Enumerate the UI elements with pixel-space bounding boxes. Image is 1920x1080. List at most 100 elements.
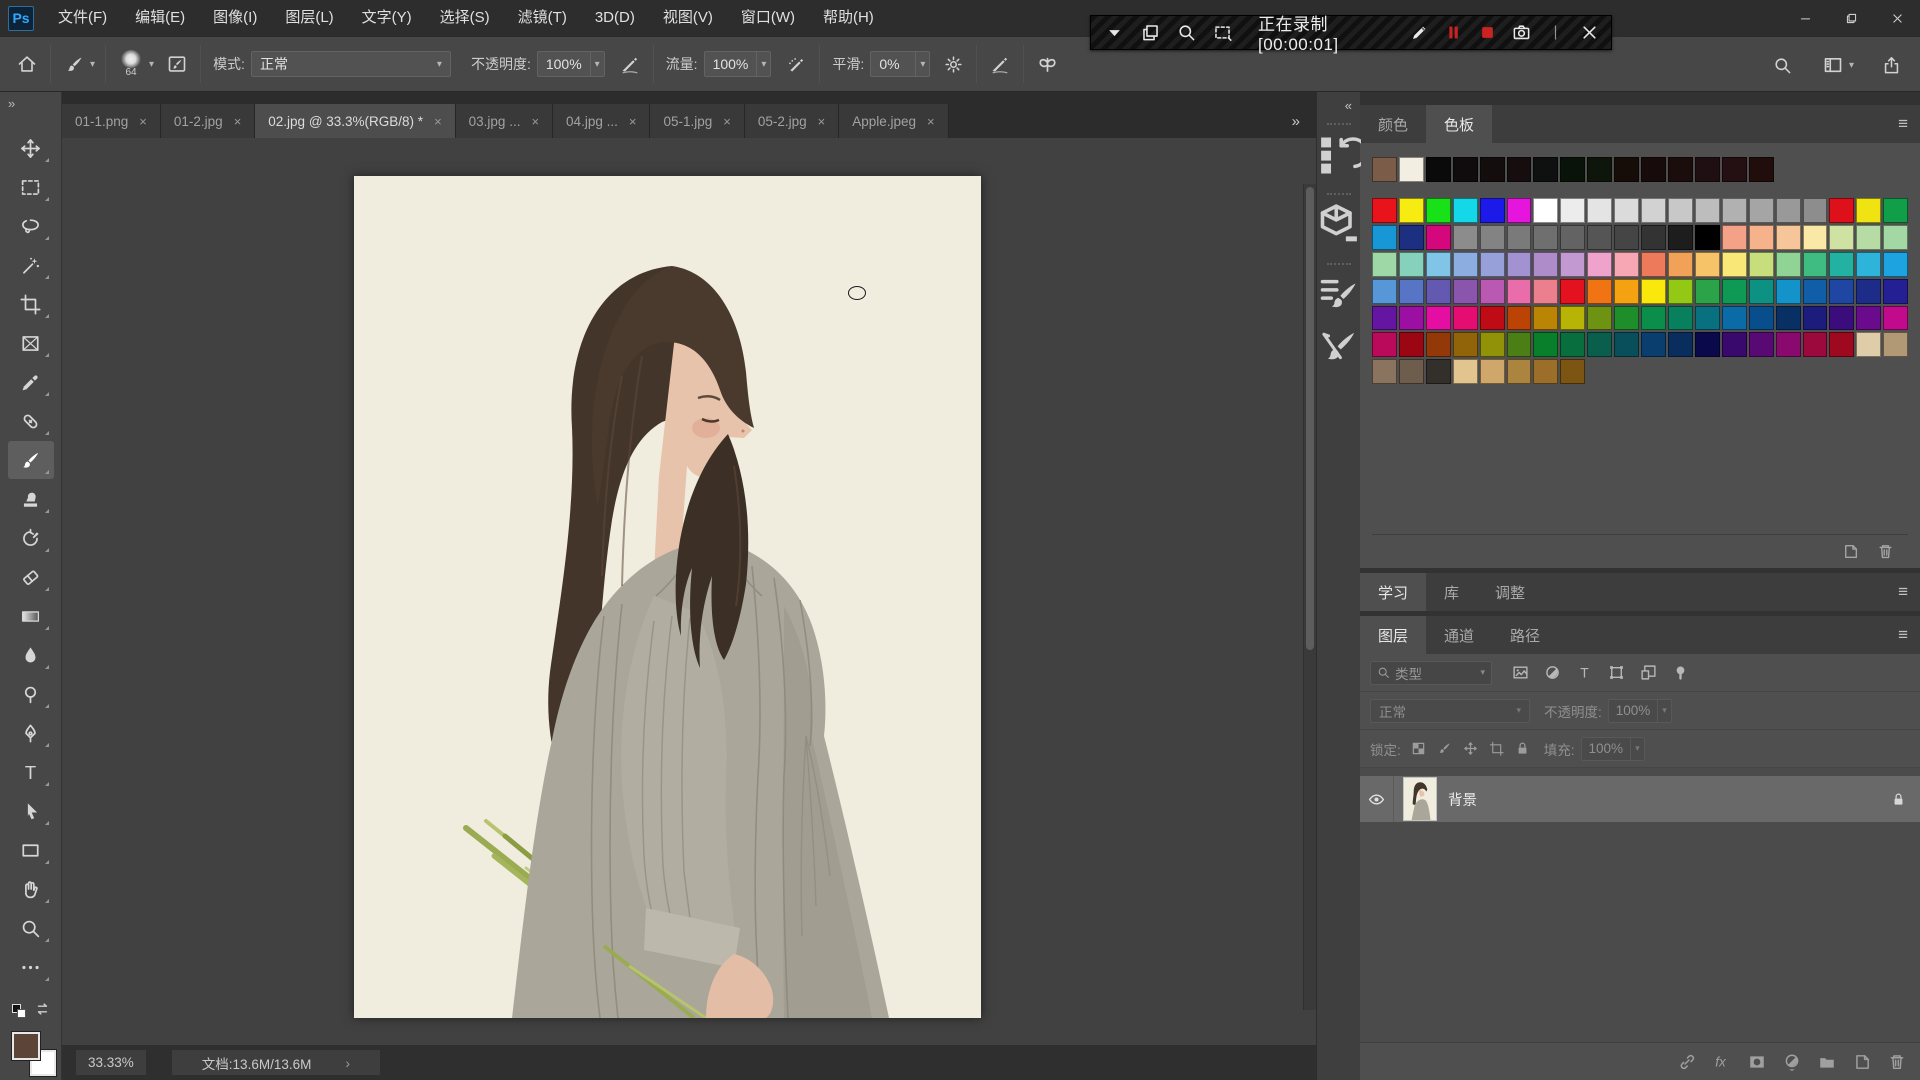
color-swatch[interactable]: [1372, 305, 1397, 331]
color-swatch[interactable]: [1425, 224, 1451, 250]
color-swatch[interactable]: [1694, 305, 1720, 331]
color-swatch[interactable]: [1398, 305, 1424, 331]
filter-toggle-icon[interactable]: [1672, 664, 1689, 681]
color-swatch[interactable]: [1775, 332, 1801, 358]
document-tab-1[interactable]: 01-2.jpg ×: [160, 104, 256, 138]
tab-close-icon[interactable]: ×: [818, 114, 826, 129]
picture-filter-icon[interactable]: [1512, 664, 1529, 681]
color-swatch[interactable]: [1425, 197, 1451, 223]
color-swatch[interactable]: [1883, 305, 1909, 331]
artboard-lock-icon[interactable]: [1489, 741, 1504, 756]
tab-close-icon[interactable]: ×: [629, 114, 637, 129]
color-swatch[interactable]: [1587, 251, 1613, 277]
color-swatch[interactable]: [1829, 332, 1855, 358]
layer-mask-icon[interactable]: [1748, 1053, 1766, 1071]
color-swatch[interactable]: [1452, 305, 1478, 331]
color-swatch[interactable]: [1560, 305, 1586, 331]
color-swatch[interactable]: [1506, 224, 1532, 250]
color-swatch[interactable]: [1721, 197, 1747, 223]
chevron-down-icon[interactable]: ▾: [915, 52, 929, 76]
color-swatch[interactable]: [1425, 278, 1451, 304]
color-swatch[interactable]: [1748, 224, 1774, 250]
color-swatch[interactable]: [1694, 251, 1720, 277]
document-tab-4[interactable]: 04.jpg ... ×: [553, 104, 651, 138]
color-swatch[interactable]: [1533, 332, 1559, 358]
link-icon[interactable]: [1678, 1053, 1696, 1071]
color-swatch[interactable]: [1587, 278, 1613, 304]
color-swatch[interactable]: [1372, 278, 1397, 304]
color-swatch[interactable]: [1829, 197, 1855, 223]
color-swatch[interactable]: [1667, 278, 1693, 304]
search-icon[interactable]: [1770, 52, 1796, 78]
adjustment-layer-icon[interactable]: [1783, 1053, 1801, 1071]
menu-item-8[interactable]: 视图(V): [649, 0, 727, 36]
layer-locked-icon[interactable]: [1891, 792, 1906, 807]
pressure-size-icon[interactable]: [987, 51, 1013, 77]
menu-item-7[interactable]: 3D(D): [581, 0, 649, 36]
home-icon[interactable]: [14, 51, 40, 77]
hand-tool[interactable]: [8, 870, 54, 908]
magnifier-icon[interactable]: [1177, 23, 1196, 42]
share-icon[interactable]: [1878, 52, 1904, 78]
caret-down-icon[interactable]: [1105, 23, 1124, 42]
color-swatch[interactable]: [1479, 224, 1505, 250]
menu-item-6[interactable]: 滤镜(T): [504, 0, 581, 36]
blend-mode-select[interactable]: 正常 ▾: [250, 51, 451, 77]
color-swatch[interactable]: [1667, 332, 1693, 358]
color-swatch[interactable]: [1560, 197, 1586, 223]
color-swatch[interactable]: [1506, 197, 1532, 223]
color-swatch[interactable]: [1452, 224, 1478, 250]
color-swatch[interactable]: [1587, 305, 1613, 331]
color-swatch[interactable]: [1641, 197, 1666, 223]
color-swatch[interactable]: [1641, 332, 1666, 358]
history-brush-tool[interactable]: [8, 519, 54, 557]
color-swatch[interactable]: [1775, 251, 1801, 277]
color-swatch[interactable]: [1533, 197, 1559, 223]
layers-tab-0[interactable]: 图层: [1360, 616, 1427, 654]
zoom-tool[interactable]: [8, 909, 54, 947]
layer-row[interactable]: 背景: [1360, 776, 1920, 822]
tab-close-icon[interactable]: ×: [434, 114, 442, 129]
color-swatch[interactable]: [1614, 305, 1640, 331]
color-swatch[interactable]: [1883, 332, 1909, 358]
swatches-tab-1[interactable]: 色板: [1426, 105, 1493, 143]
color-swatch[interactable]: [1829, 224, 1855, 250]
color-swatch[interactable]: [1614, 332, 1640, 358]
color-swatch[interactable]: [1533, 305, 1559, 331]
color-swatch[interactable]: [1479, 278, 1505, 304]
color-swatch[interactable]: [1614, 224, 1640, 250]
history-panel-icon[interactable]: [1317, 131, 1361, 185]
color-swatch[interactable]: [1614, 278, 1640, 304]
color-swatch[interactable]: [1775, 278, 1801, 304]
airbrush-icon[interactable]: [783, 51, 809, 77]
color-swatch[interactable]: [1452, 251, 1478, 277]
color-swatch[interactable]: [1506, 359, 1532, 385]
color-swatch[interactable]: [1506, 305, 1532, 331]
document-tab-0[interactable]: 01-1.png ×: [62, 104, 161, 138]
color-swatch[interactable]: [1694, 278, 1720, 304]
layer-blend-mode-select[interactable]: 正常 ▾: [1370, 698, 1530, 723]
wand-tool[interactable]: [8, 246, 54, 284]
color-swatch[interactable]: [1398, 359, 1424, 385]
adjustment-filter-icon[interactable]: [1544, 664, 1561, 681]
foreground-color-swatch[interactable]: [12, 1032, 40, 1060]
type-tool[interactable]: T: [8, 753, 54, 791]
color-swatch[interactable]: [1425, 157, 1451, 182]
move-lock-icon[interactable]: [1463, 741, 1478, 756]
color-swatch[interactable]: [1506, 332, 1532, 358]
swap-colors-icon[interactable]: [34, 1000, 52, 1018]
color-swatch[interactable]: [1533, 359, 1559, 385]
color-swatch[interactable]: [1641, 224, 1666, 250]
color-swatch[interactable]: [1372, 332, 1397, 358]
color-swatch[interactable]: [1694, 224, 1720, 250]
zoom-level-field[interactable]: 33.33%: [76, 1050, 146, 1075]
minimize-button[interactable]: [1782, 0, 1828, 36]
learn-tab-0[interactable]: 学习: [1360, 573, 1427, 611]
chevron-down-icon[interactable]: ▾: [90, 59, 95, 70]
color-swatch[interactable]: [1667, 197, 1693, 223]
close-button[interactable]: [1874, 0, 1920, 36]
color-swatch[interactable]: [1533, 278, 1559, 304]
color-swatch[interactable]: [1883, 251, 1909, 277]
layers-tab-1[interactable]: 通道: [1426, 616, 1492, 654]
color-swatch[interactable]: [1694, 197, 1720, 223]
